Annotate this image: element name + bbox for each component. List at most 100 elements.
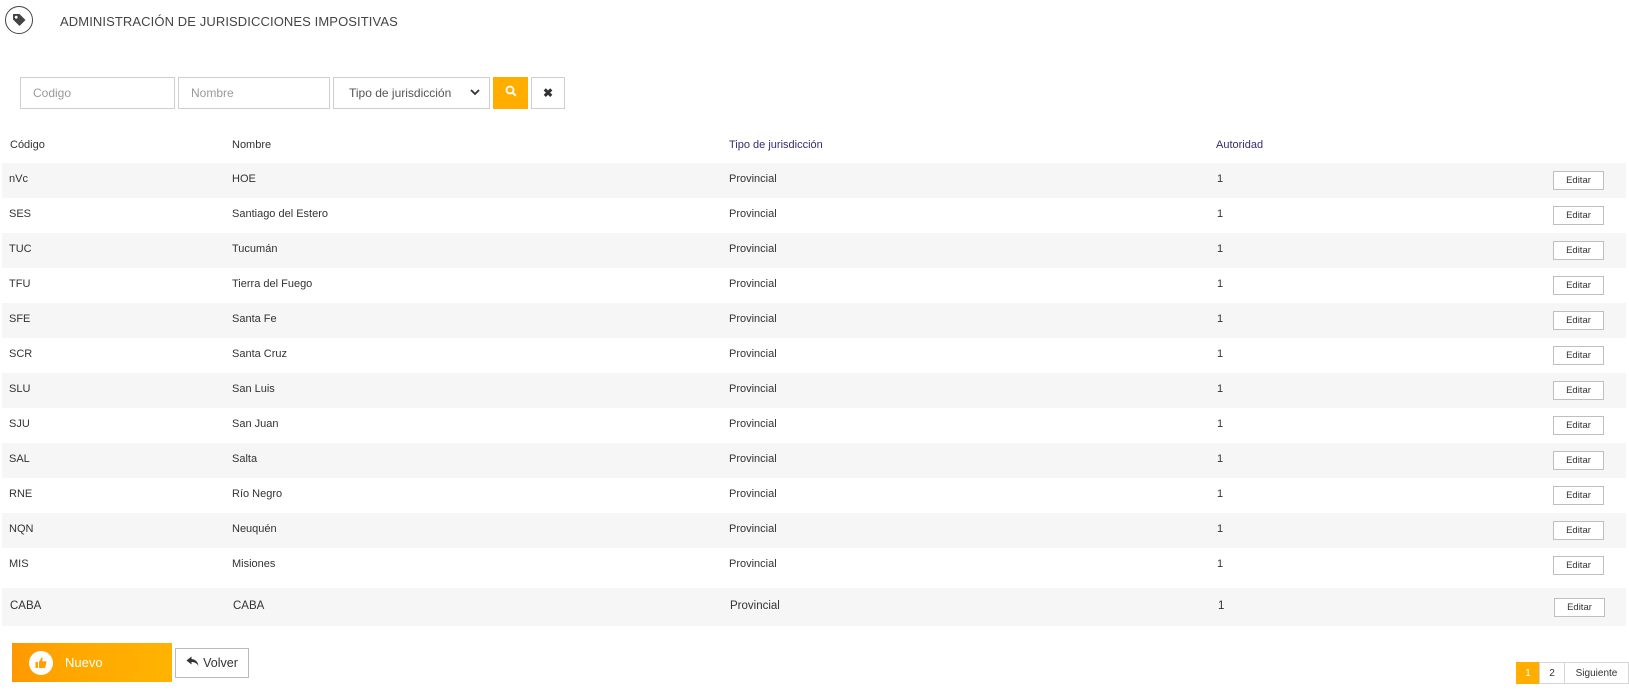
cell-authority: 1 [1218,600,1225,612]
table-row: TUC Tucumán Provincial 1 Editar [2,233,1626,268]
edit-button[interactable]: Editar [1553,311,1604,330]
table-row: SLU San Luis Provincial 1 Editar [2,373,1626,408]
cell-code: SAL [9,453,30,465]
column-header-name: Nombre [232,139,272,151]
cell-type: Provincial [729,383,777,395]
cell-code: SLU [9,383,31,395]
cell-type: Provincial [729,488,777,500]
table-row: SCR Santa Cruz Provincial 1 Editar [2,338,1626,373]
cell-code: MIS [9,558,29,570]
cell-code: RNE [9,488,33,500]
table-header: Código Nombre Tipo de jurisdicción Autor… [0,132,1629,158]
page-title: ADMINISTRACIÓN DE JURISDICCIONES IMPOSIT… [60,14,398,29]
cell-type: Provincial [729,453,777,465]
cell-name: Tierra del Fuego [232,278,313,290]
column-header-code: Código [10,139,45,151]
cell-authority: 1 [1217,418,1224,430]
table-row: SFE Santa Fe Provincial 1 Editar [2,303,1626,338]
cell-name: San Luis [232,383,275,395]
edit-button[interactable]: Editar [1553,486,1604,505]
code-filter-input[interactable] [20,77,175,109]
clear-filters-button[interactable]: ✖ [531,77,565,109]
cell-name: Santa Fe [232,313,277,325]
page-2-button[interactable]: 2 [1539,662,1565,684]
table-row: RNE Río Negro Provincial 1 Editar [2,478,1626,513]
cell-type: Provincial [729,348,777,360]
table-row: NQN Neuquén Provincial 1 Editar [2,513,1626,548]
table-row: SJU San Juan Provincial 1 Editar [2,408,1626,443]
thumbs-up-icon [29,650,53,675]
back-button-label: Volver [203,656,238,670]
cell-name: Misiones [232,558,276,570]
edit-button[interactable]: Editar [1553,241,1604,260]
filter-bar: Tipo de jurisdicción ✖ [20,77,565,109]
new-button-label: Nuevo [65,655,103,670]
pagination: 1 2 Siguiente [1516,662,1629,684]
edit-button[interactable]: Editar [1553,451,1604,470]
cell-type: Provincial [729,173,777,185]
chevron-down-icon [469,86,481,101]
cell-name: Tucumán [232,243,278,255]
next-page-button[interactable]: Siguiente [1564,662,1629,684]
cell-authority: 1 [1217,348,1224,360]
cell-code: CABA [10,600,42,612]
edit-button[interactable]: Editar [1553,171,1604,190]
cell-authority: 1 [1217,383,1224,395]
cell-name: San Juan [232,418,279,430]
cell-type: Provincial [730,600,780,612]
cell-code: SFE [9,313,31,325]
search-button[interactable] [493,77,528,109]
cell-authority: 1 [1217,278,1224,290]
cell-name: Salta [232,453,258,465]
edit-button[interactable]: Editar [1554,598,1605,617]
edit-button[interactable]: Editar [1553,521,1604,540]
cell-type: Provincial [729,243,777,255]
cell-authority: 1 [1217,488,1224,500]
cell-authority: 1 [1217,523,1224,535]
close-icon: ✖ [542,86,554,100]
cell-code: NQN [9,523,34,535]
cell-authority: 1 [1217,208,1224,220]
table-row: SAL Salta Provincial 1 Editar [2,443,1626,478]
cell-type: Provincial [729,418,777,430]
table-body: nVc HOE Provincial 1 Editar SES Santiago… [2,163,1626,626]
cell-authority: 1 [1217,243,1224,255]
table-row: TFU Tierra del Fuego Provincial 1 Editar [2,268,1626,303]
cell-name: HOE [232,173,256,185]
edit-button[interactable]: Editar [1553,346,1604,365]
table-row: nVc HOE Provincial 1 Editar [2,163,1626,198]
jurisdiction-type-select-value: Tipo de jurisdicción [349,86,452,100]
cell-code: TFU [9,278,31,290]
back-button[interactable]: Volver [175,648,249,678]
table-row: SES Santiago del Estero Provincial 1 Edi… [2,198,1626,233]
cell-authority: 1 [1217,558,1224,570]
cell-type: Provincial [729,313,777,325]
edit-button[interactable]: Editar [1553,416,1604,435]
cell-type: Provincial [729,208,777,220]
cell-code: TUC [9,243,32,255]
cell-code: SES [9,208,32,220]
edit-button[interactable]: Editar [1553,206,1604,225]
edit-button[interactable]: Editar [1553,381,1604,400]
cell-authority: 1 [1217,453,1224,465]
search-icon [505,84,517,102]
cell-type: Provincial [729,523,777,535]
cell-name: CABA [233,600,265,612]
jurisdiction-type-select[interactable]: Tipo de jurisdicción [333,77,490,109]
name-filter-input[interactable] [178,77,330,109]
cell-name: Neuquén [232,523,277,535]
cell-code: nVc [9,173,28,185]
tag-icon [5,6,33,34]
cell-type: Provincial [729,558,777,570]
table-row: MIS Misiones Provincial 1 Editar [2,548,1626,583]
cell-name: Santa Cruz [232,348,288,360]
cell-authority: 1 [1217,313,1224,325]
edit-button[interactable]: Editar [1553,276,1604,295]
page-header: ADMINISTRACIÓN DE JURISDICCIONES IMPOSIT… [0,0,1629,44]
column-header-authority: Autoridad [1216,139,1264,151]
cell-authority: 1 [1217,173,1224,185]
reply-arrow-icon [186,656,199,670]
edit-button[interactable]: Editar [1553,556,1604,575]
new-button[interactable]: Nuevo [12,643,172,682]
page-1-button[interactable]: 1 [1516,662,1540,684]
